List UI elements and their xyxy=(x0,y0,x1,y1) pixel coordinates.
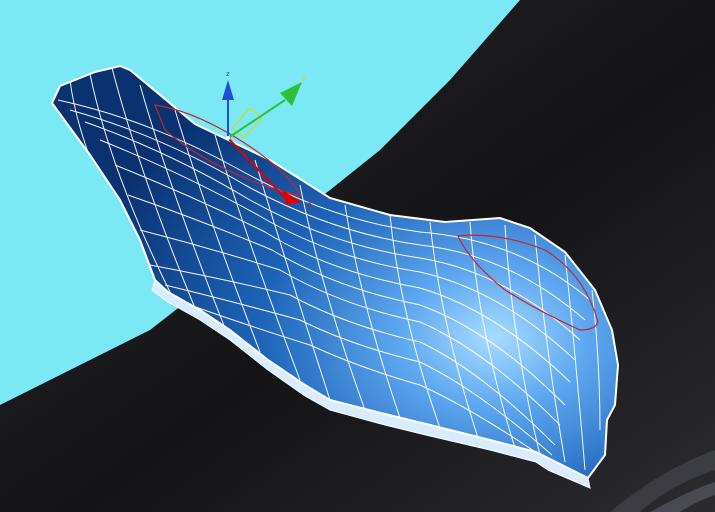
gizmo-x-label: x xyxy=(308,200,312,208)
gizmo-z-arrowhead[interactable] xyxy=(222,80,234,100)
gizmo-origin[interactable] xyxy=(226,136,230,140)
gizmo-y-axis[interactable] xyxy=(227,99,286,139)
viewport-scene[interactable]: z y x xyxy=(0,0,715,512)
3d-viewport[interactable]: z y x xyxy=(0,0,715,512)
gizmo-y-arrowhead[interactable] xyxy=(280,82,302,106)
gizmo-y-label: y xyxy=(302,74,306,82)
gizmo-z-label: z xyxy=(226,70,230,78)
